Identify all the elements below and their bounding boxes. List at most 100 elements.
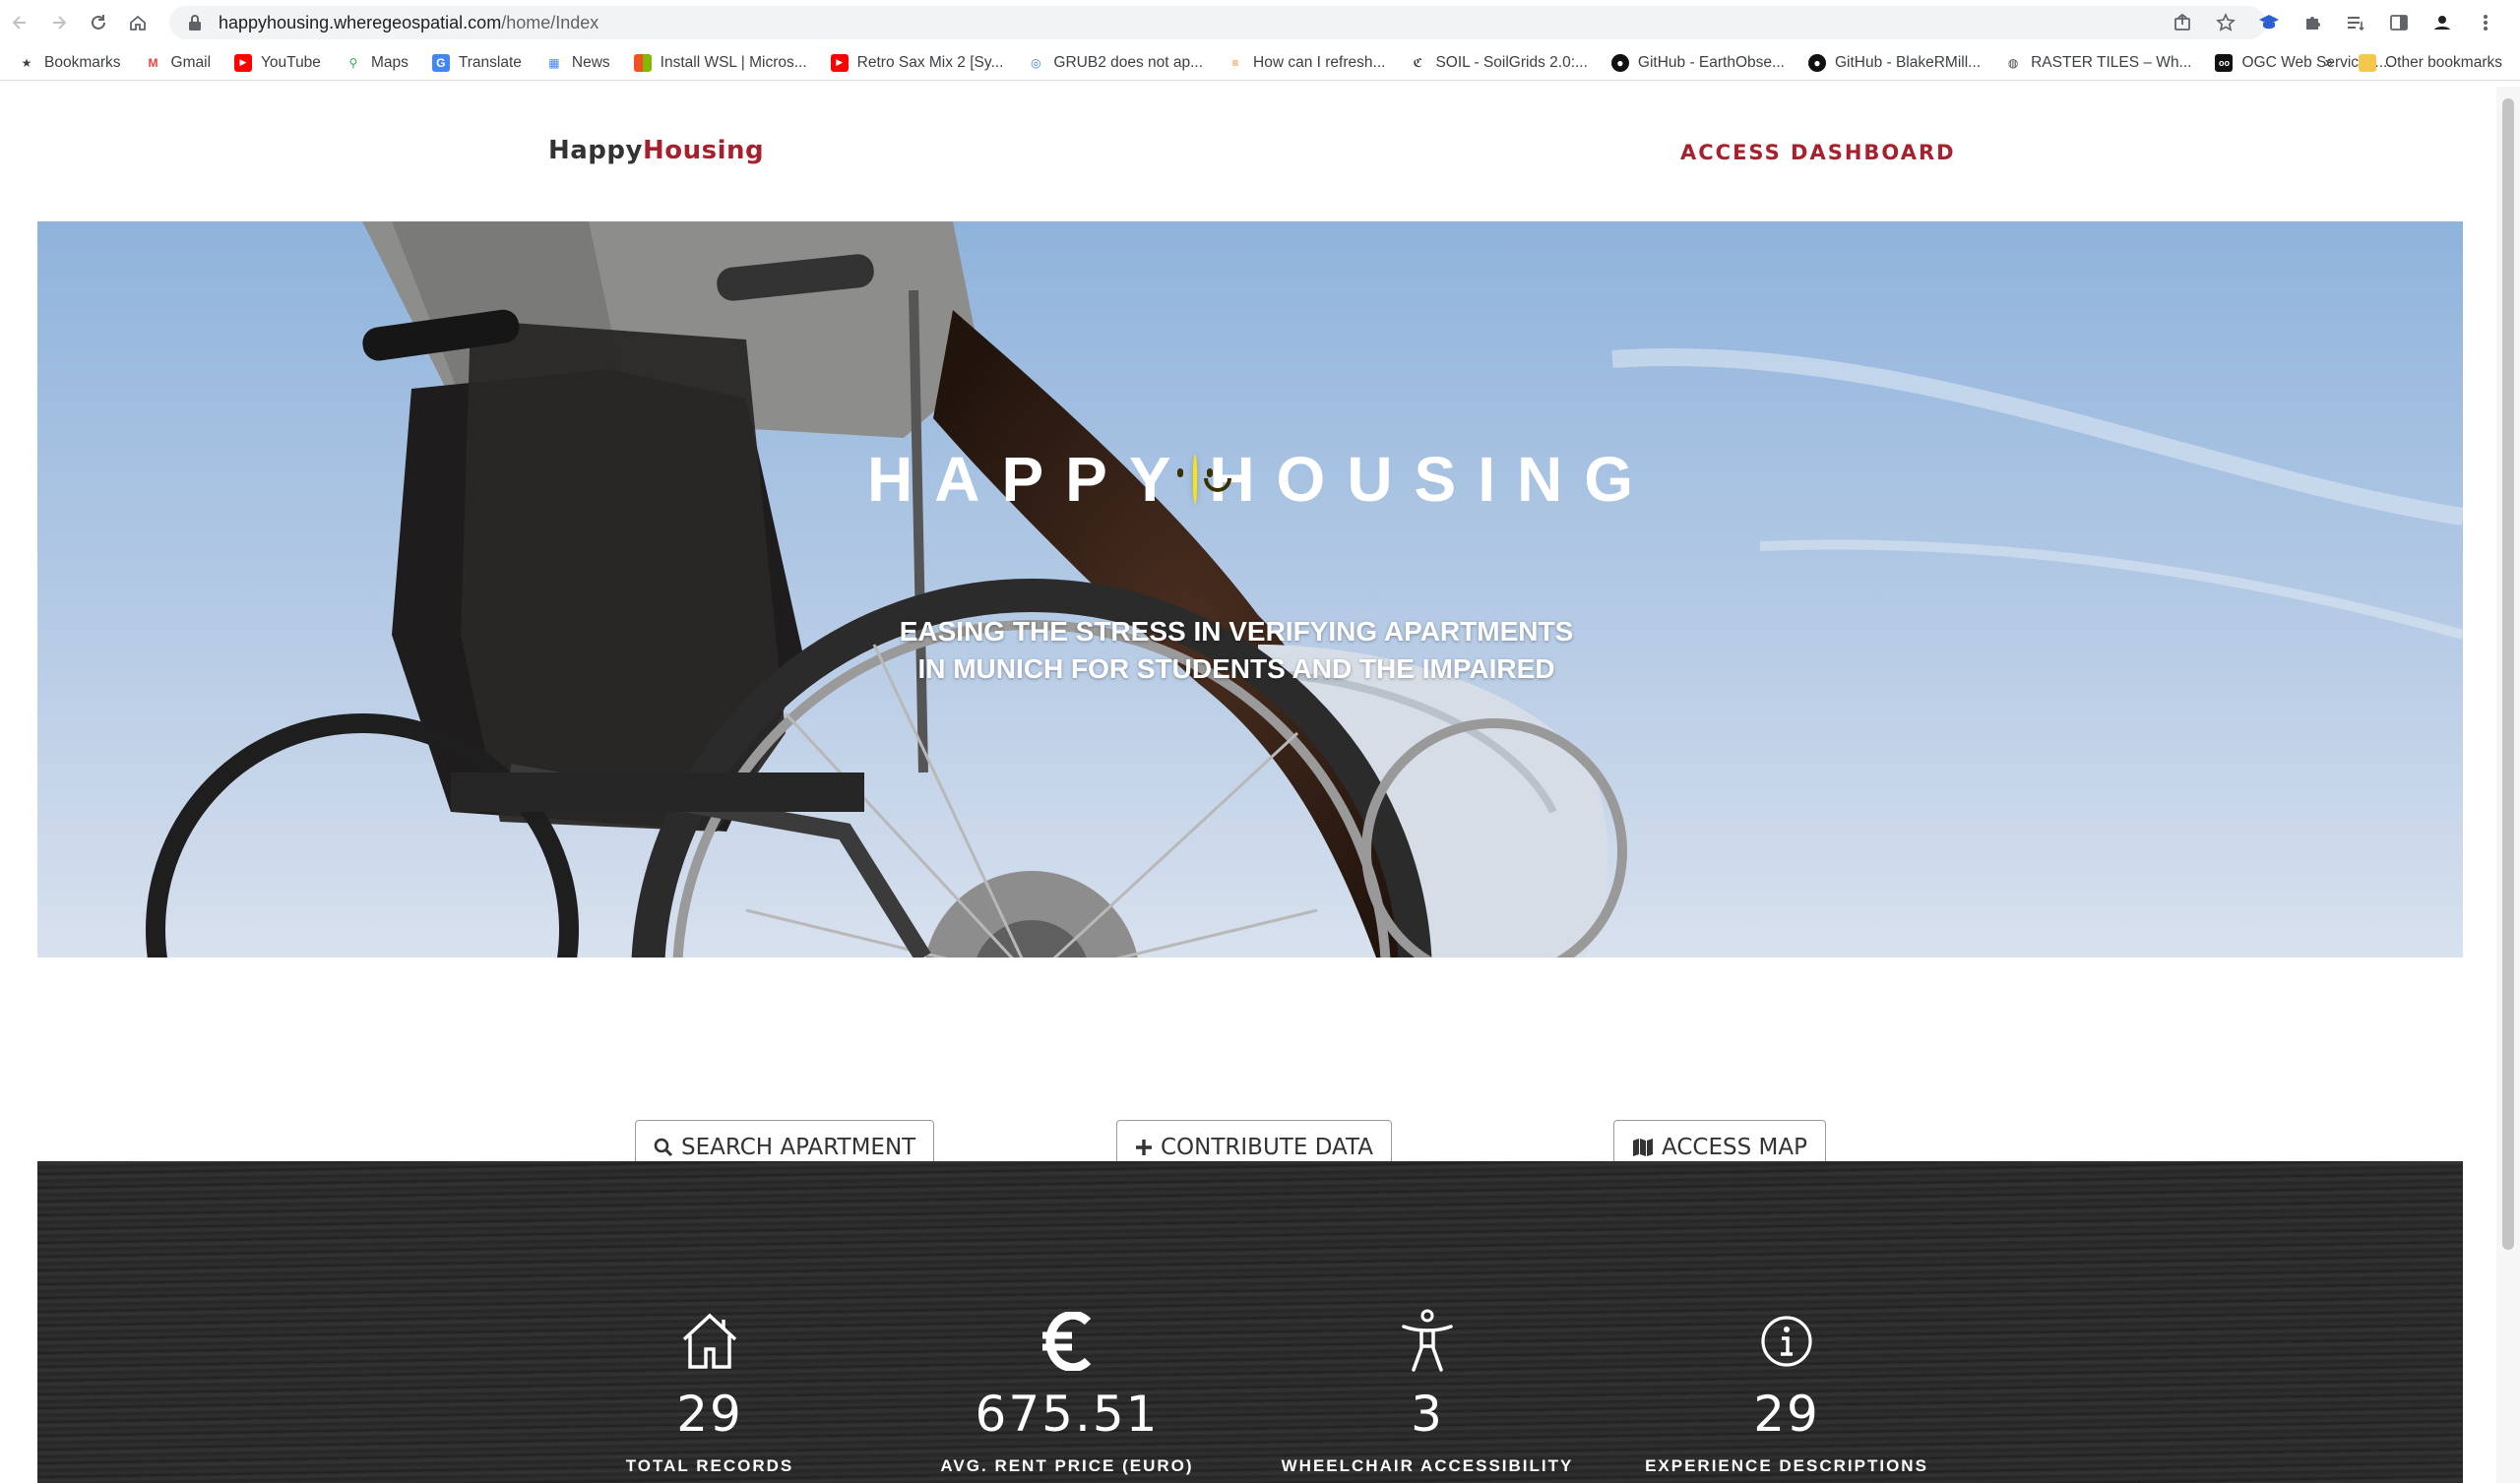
stat-experience-descriptions: 29 EXPERIENCE DESCRIPTIONS (1629, 1161, 1944, 1476)
bookmark-item[interactable]: ● GitHub - EarthObse... (1610, 53, 1785, 72)
stat-label: EXPERIENCE DESCRIPTIONS (1645, 1456, 1928, 1475)
search-apartment-label: SEARCH APARTMENT (681, 1135, 916, 1160)
youtube-icon: ▶ (830, 53, 849, 72)
browser-toolbar: happyhousing.wheregeospatial.com/home/In… (0, 0, 2520, 45)
logo-part-housing: Housing (642, 136, 765, 165)
youtube-icon: ▶ (234, 53, 253, 72)
hero-title-happy: HAPPY (867, 444, 1193, 515)
url-path: /home/Index (501, 12, 599, 32)
plus-icon (1135, 1139, 1153, 1156)
bookmark-item[interactable]: ● GitHub - BlakeRMill... (1807, 53, 1981, 72)
bookmark-item[interactable]: ◍ RASTER TILES – Wh... (2004, 53, 2192, 72)
bookmark-label: RASTER TILES – Wh... (2031, 53, 2192, 71)
reading-list-icon[interactable] (2345, 12, 2366, 33)
bookmark-label: Retro Sax Mix 2 [Sy... (856, 53, 1004, 71)
stat-label: WHEELCHAIR ACCESSIBILITY (1281, 1456, 1574, 1475)
hero-title: HAPPY HOUSING (867, 443, 1655, 516)
logo-part-happy: Happy (548, 136, 643, 165)
address-bar[interactable]: happyhousing.wheregeospatial.com/home/In… (169, 6, 2266, 39)
bookmarks-bar: ★ Bookmarks M Gmail ▶ YouTube ⚲ Maps G Transl… (0, 45, 2520, 81)
page-scrollbar[interactable] (2496, 87, 2520, 1483)
extensions-puzzle-icon[interactable] (2301, 12, 2323, 33)
star-icon: ★ (21, 55, 32, 70)
stat-label: TOTAL RECORDS (625, 1456, 794, 1475)
other-bookmarks-folder[interactable]: Other bookmarks (2359, 54, 2502, 72)
bookmark-item[interactable]: ⚲ Maps (345, 54, 409, 72)
github-icon: ● (1610, 53, 1629, 72)
stat-value: 29 (676, 1386, 743, 1443)
bookmark-label: GRUB2 does not ap... (1053, 53, 1204, 71)
euro-icon (910, 1307, 1225, 1376)
bookmark-star-icon[interactable] (2215, 12, 2236, 33)
share-icon[interactable] (2172, 12, 2193, 33)
arrow-left-icon (12, 16, 26, 30)
stat-avg-rent: 675.51 AVG. RENT PRICE (EURO) (910, 1161, 1225, 1476)
forward-button[interactable] (39, 0, 79, 45)
other-bookmarks-label: Other bookmarks (2385, 54, 2502, 71)
contribute-data-label: CONTRIBUTE DATA (1161, 1135, 1373, 1160)
hero-subtitle: EASING THE STRESS IN VERIFYING APARTMENT… (899, 616, 1574, 684)
stat-wheelchair-accessibility: 3 WHEELCHAIR ACCESSIBILITY (1270, 1161, 1585, 1476)
bookmark-item[interactable]: ℭ SOIL - SoilGrids 2.0:... (1409, 53, 1588, 72)
profile-avatar-icon[interactable] (2431, 12, 2453, 33)
bookmark-label: Gmail (170, 53, 212, 71)
search-icon (654, 1138, 673, 1157)
action-buttons-row: SEARCH APARTMENT CONTRIBUTE DATA ACCESS … (37, 958, 2463, 1175)
globe-icon: ◍ (2007, 55, 2019, 70)
bookmark-label: How can I refresh... (1253, 53, 1386, 71)
reload-button[interactable] (79, 0, 118, 45)
back-button[interactable] (0, 0, 39, 45)
bookmark-item[interactable]: ≡ How can I refresh... (1227, 53, 1386, 72)
bookmark-item[interactable]: Install WSL | Micros... (633, 53, 807, 72)
side-panel-icon[interactable] (2388, 12, 2410, 33)
bookmark-label: Bookmarks (44, 53, 121, 71)
bookmark-item[interactable]: G Translate (431, 53, 522, 72)
bookmark-item[interactable]: ★ Bookmarks (18, 54, 121, 72)
page: HappyHousing ACCESS DASHBOARD HAPPY HOUS… (37, 87, 2463, 1483)
house-icon (552, 1307, 867, 1376)
gmail-icon: M (148, 55, 158, 70)
translate-icon: G (431, 53, 450, 72)
maps-icon: ⚲ (348, 55, 358, 70)
folder-icon (2359, 54, 2377, 72)
reload-icon (92, 15, 105, 30)
hero-carousel: HAPPY HOUSING EASING THE STRESS IN VERIF… (37, 221, 2463, 958)
soil-icon: ℭ (1413, 55, 1423, 70)
bookmark-label: Translate (458, 53, 522, 71)
bookmarks-overflow-button[interactable]: » (2324, 54, 2333, 72)
stat-total-records: 29 TOTAL RECORDS (552, 1161, 867, 1476)
site-header: HappyHousing ACCESS DASHBOARD (37, 87, 2463, 221)
news-icon: ▦ (548, 55, 560, 70)
lock-icon (187, 14, 205, 31)
bookmark-item[interactable]: ▶ YouTube (234, 53, 321, 72)
scrollbar-thumb[interactable] (2502, 98, 2514, 1250)
access-map-label: ACCESS MAP (1662, 1135, 1807, 1160)
smiley-icon (1177, 455, 1231, 504)
bookmark-item[interactable]: ▦ News (545, 54, 609, 72)
access-dashboard-link[interactable]: ACCESS DASHBOARD (1680, 141, 1956, 164)
stat-value: 675.51 (975, 1386, 1160, 1443)
extension-graduation-icon[interactable] (2258, 12, 2280, 33)
bookmark-label: SOIL - SoilGrids 2.0:... (1435, 53, 1588, 71)
bookmark-label: Maps (370, 53, 409, 71)
microsoft-icon (633, 53, 652, 72)
bookmark-item[interactable]: ◎ GRUB2 does not ap... (1027, 54, 1203, 72)
stats-section: 29 TOTAL RECORDS 675.51 AVG. RENT PRICE … (37, 1161, 2463, 1483)
map-icon (1632, 1138, 1654, 1157)
stat-value: 29 (1753, 1386, 1820, 1443)
arrow-right-icon (53, 16, 67, 30)
info-icon (1629, 1307, 1944, 1376)
hero-title-housing: HOUSING (1209, 444, 1655, 515)
bookmark-item[interactable]: M Gmail (145, 54, 211, 72)
menu-kebab-icon[interactable] (2475, 12, 2496, 33)
home-icon (130, 15, 146, 31)
bookmark-label: Install WSL | Micros... (660, 53, 807, 71)
ogc-icon: oo (2215, 53, 2234, 72)
bookmark-label: YouTube (261, 53, 321, 71)
askubuntu-icon: ◎ (1031, 55, 1041, 70)
bookmark-item[interactable]: ▶ Retro Sax Mix 2 [Sy... (830, 53, 1004, 72)
stat-value: 3 (1411, 1386, 1444, 1443)
accessibility-icon (1270, 1307, 1585, 1376)
site-logo[interactable]: HappyHousing (548, 136, 764, 165)
home-button[interactable] (118, 0, 158, 45)
